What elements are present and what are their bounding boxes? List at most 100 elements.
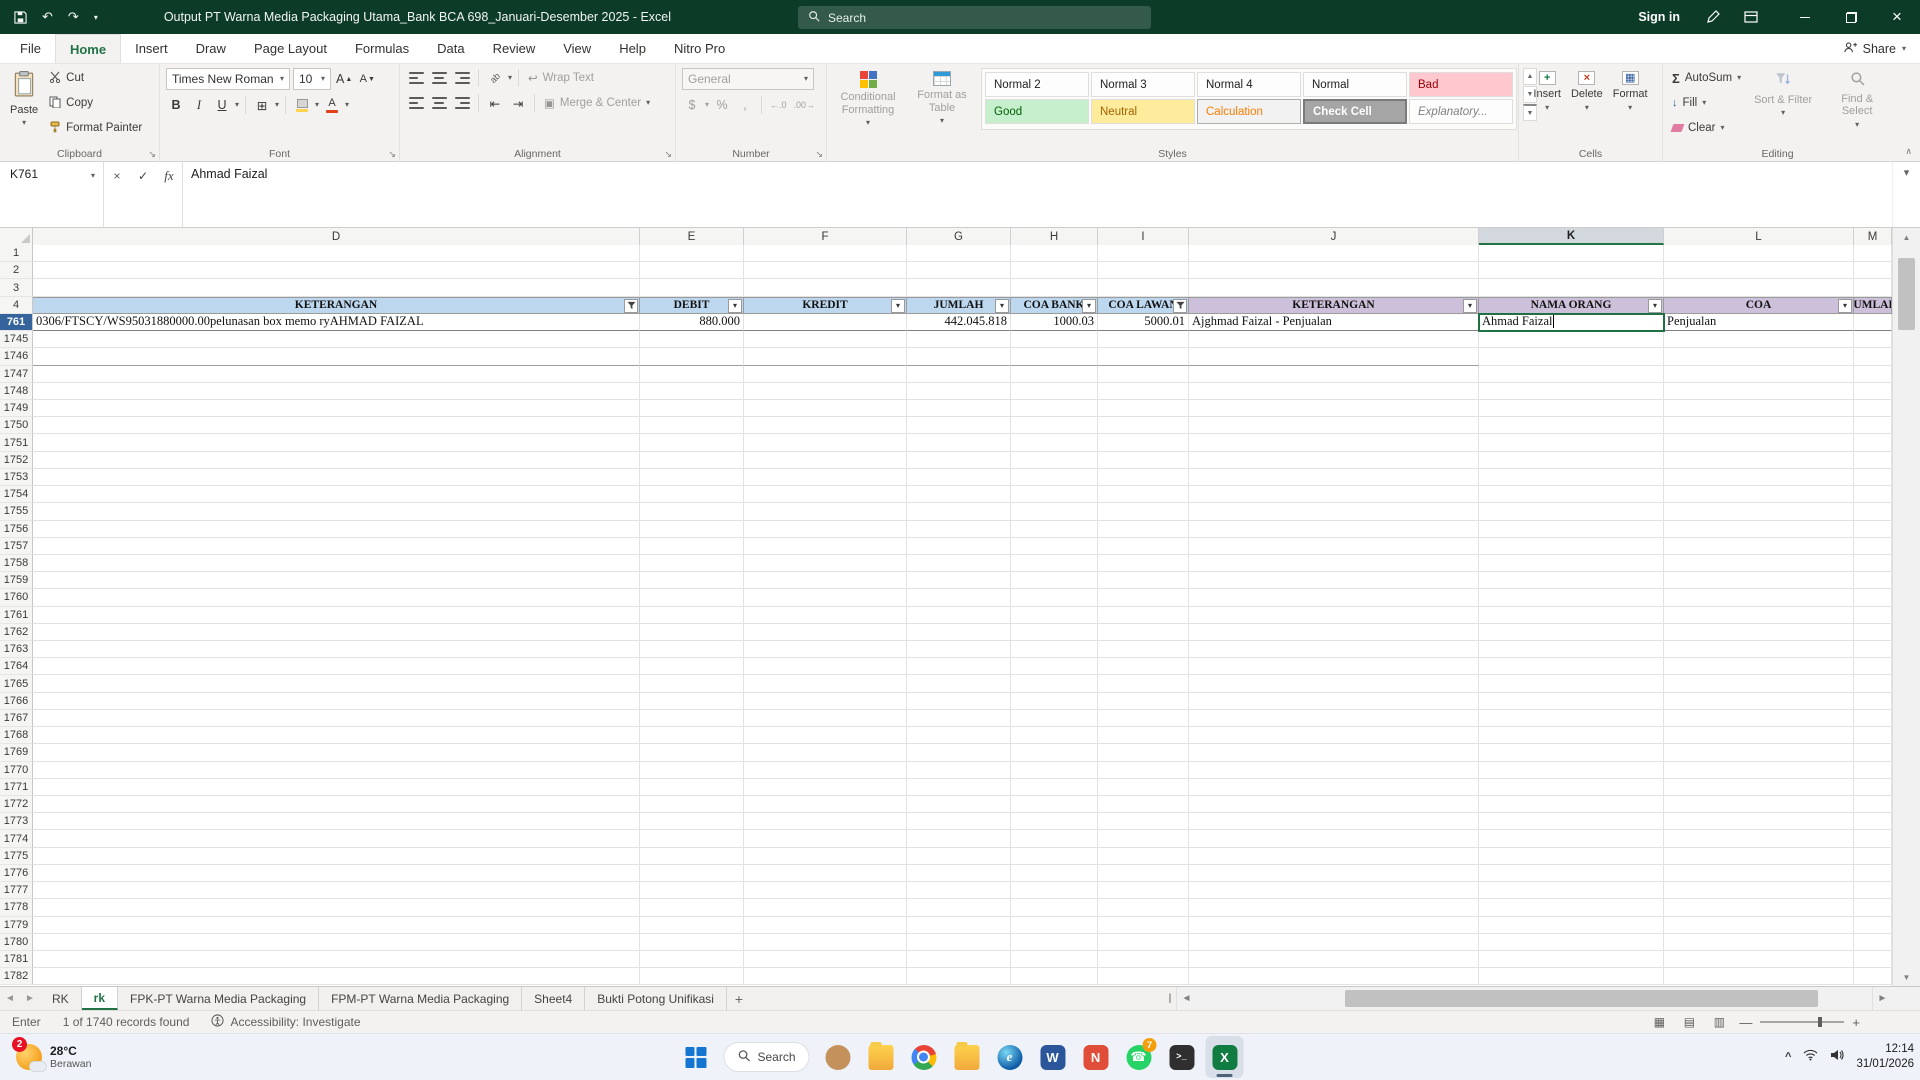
- cell[interactable]: [1011, 486, 1098, 504]
- cell[interactable]: [1664, 468, 1854, 487]
- cell[interactable]: [640, 899, 744, 917]
- copy-button[interactable]: Copy: [46, 93, 96, 113]
- enter-entry-button[interactable]: ✓: [130, 166, 156, 186]
- sheet-tab-fpk-pt-warna-media-packaging[interactable]: FPK-PT Warna Media Packaging: [118, 987, 320, 1010]
- cell[interactable]: [744, 778, 907, 796]
- cell[interactable]: [1479, 709, 1664, 728]
- decrease-indent-button[interactable]: ⇤: [485, 93, 505, 113]
- cell[interactable]: [744, 399, 907, 418]
- filter-dropdown-button[interactable]: ▾: [1463, 298, 1477, 313]
- cell[interactable]: [1854, 744, 1892, 762]
- cell[interactable]: [907, 279, 1011, 297]
- cell[interactable]: [1479, 417, 1664, 435]
- cell[interactable]: [1098, 606, 1189, 624]
- normal-view-button[interactable]: ▦: [1649, 1014, 1669, 1030]
- cell[interactable]: [33, 245, 640, 263]
- cell[interactable]: [744, 675, 907, 693]
- tab-split-handle[interactable]: ||: [1162, 987, 1176, 1010]
- cell[interactable]: [1664, 520, 1854, 538]
- cell[interactable]: [1011, 933, 1098, 951]
- ribbon-tab-draw[interactable]: Draw: [182, 34, 240, 63]
- cell[interactable]: [1664, 451, 1854, 469]
- cell[interactable]: [640, 262, 744, 280]
- cell[interactable]: [1664, 727, 1854, 745]
- cell[interactable]: [1854, 623, 1892, 642]
- cell[interactable]: [1098, 847, 1189, 865]
- cell[interactable]: [744, 572, 907, 590]
- cell[interactable]: [1098, 709, 1189, 728]
- cell[interactable]: [640, 727, 744, 745]
- cell[interactable]: [640, 933, 744, 951]
- taskbar-excel-icon[interactable]: X: [1205, 1036, 1244, 1078]
- cell[interactable]: [1664, 382, 1854, 400]
- cell[interactable]: [1189, 348, 1479, 366]
- cell-style-calculation[interactable]: Calculation: [1197, 99, 1301, 124]
- cell[interactable]: [1854, 572, 1892, 590]
- ribbon-tab-formulas[interactable]: Formulas: [341, 34, 423, 63]
- conditional-formatting-button[interactable]: Conditional Formatting ▾: [833, 68, 903, 130]
- cell[interactable]: [1189, 864, 1479, 883]
- cell[interactable]: [1479, 658, 1664, 676]
- row-header-1758[interactable]: 1758: [0, 554, 33, 573]
- cell[interactable]: [33, 641, 640, 659]
- row-header-1774[interactable]: 1774: [0, 830, 33, 848]
- ribbon-tab-data[interactable]: Data: [423, 34, 478, 63]
- cell[interactable]: [744, 899, 907, 917]
- align-center-button[interactable]: [429, 93, 449, 113]
- cell[interactable]: [744, 950, 907, 969]
- sheet-tab-sheet4[interactable]: Sheet4: [522, 987, 586, 1010]
- align-left-button[interactable]: [406, 93, 426, 113]
- cell[interactable]: [1189, 382, 1479, 400]
- cell[interactable]: [640, 950, 744, 969]
- filter-dropdown-button[interactable]: ▾: [728, 298, 742, 313]
- cell[interactable]: [33, 727, 640, 745]
- cell[interactable]: [1189, 262, 1479, 280]
- cell[interactable]: [640, 331, 744, 349]
- cell[interactable]: [1664, 641, 1854, 659]
- header-cell-G[interactable]: JUMLAH ▾: [907, 296, 1011, 314]
- cancel-entry-button[interactable]: ×: [104, 166, 130, 186]
- row-header-1771[interactable]: 1771: [0, 778, 33, 796]
- percent-style-button[interactable]: %: [712, 95, 732, 115]
- ribbon-tab-page-layout[interactable]: Page Layout: [240, 34, 341, 63]
- accounting-format-button[interactable]: $: [682, 95, 702, 115]
- cell-style-normal-2[interactable]: Normal 2: [985, 72, 1089, 97]
- cell[interactable]: [640, 778, 744, 796]
- cell[interactable]: [640, 399, 744, 418]
- row-header-1756[interactable]: 1756: [0, 520, 33, 538]
- cell[interactable]: [907, 675, 1011, 693]
- format-cells-button[interactable]: ▦ Format ▾: [1609, 68, 1652, 115]
- cell[interactable]: [1098, 899, 1189, 917]
- cell[interactable]: [744, 331, 907, 349]
- cell[interactable]: [1854, 675, 1892, 693]
- row-header-1748[interactable]: 1748: [0, 382, 33, 400]
- cell[interactable]: [640, 761, 744, 779]
- cell[interactable]: [1479, 589, 1664, 607]
- cell-style-explanatory[interactable]: Explanatory...: [1409, 99, 1513, 124]
- comma-style-button[interactable]: ,: [735, 95, 755, 115]
- cell[interactable]: [640, 623, 744, 642]
- cell[interactable]: [907, 331, 1011, 349]
- cell[interactable]: [1664, 486, 1854, 504]
- cell[interactable]: [1854, 709, 1892, 728]
- cell[interactable]: [907, 262, 1011, 280]
- cell[interactable]: [907, 761, 1011, 779]
- cell[interactable]: [1098, 348, 1189, 366]
- row-header-3[interactable]: 3: [0, 279, 33, 297]
- cell[interactable]: [1854, 692, 1892, 710]
- cell[interactable]: [1189, 727, 1479, 745]
- cell[interactable]: [1479, 572, 1664, 590]
- row-header-1773[interactable]: 1773: [0, 813, 33, 831]
- cell[interactable]: [1479, 606, 1664, 624]
- column-header-H[interactable]: H: [1011, 228, 1098, 245]
- cell[interactable]: [640, 813, 744, 831]
- cell[interactable]: [1189, 331, 1479, 349]
- cell[interactable]: [640, 641, 744, 659]
- active-cell-K761[interactable]: Ahmad Faizal: [1478, 312, 1665, 333]
- cell[interactable]: [1854, 554, 1892, 573]
- cell[interactable]: [1011, 796, 1098, 814]
- column-header-E[interactable]: E: [640, 228, 744, 245]
- cell[interactable]: [33, 830, 640, 848]
- cell[interactable]: [744, 451, 907, 469]
- cell[interactable]: [1189, 623, 1479, 642]
